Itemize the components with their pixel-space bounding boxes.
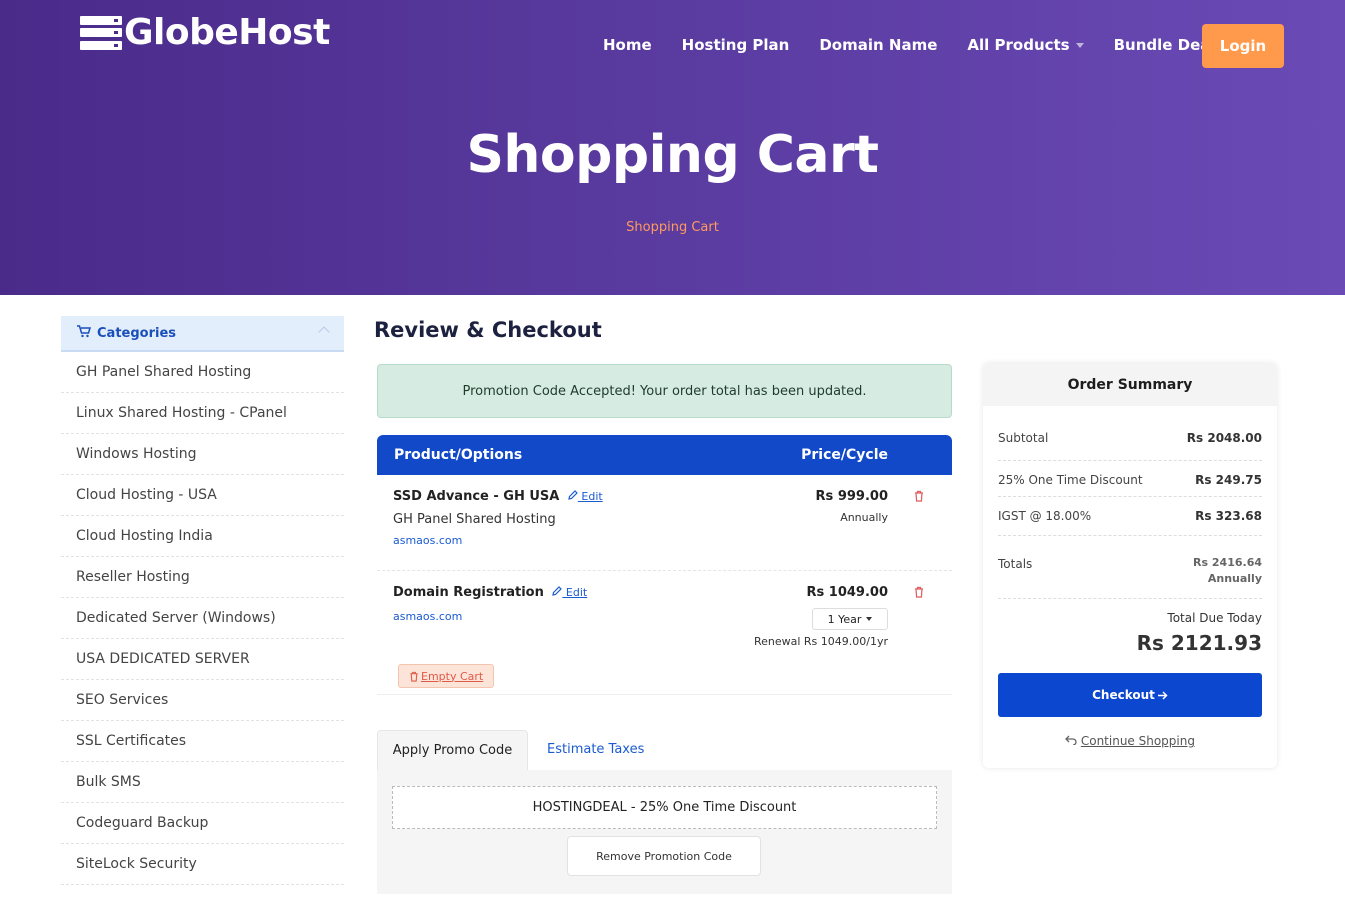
period-select-value: 1 Year — [827, 612, 862, 626]
sidebar-item-ssl[interactable]: SSL Certificates — [61, 721, 344, 762]
sidebar-item-windows-hosting[interactable]: Windows Hosting — [61, 434, 344, 475]
tax-value: Rs 323.68 — [1195, 509, 1262, 523]
subtotal-label: Subtotal — [998, 431, 1049, 445]
divider — [998, 535, 1262, 536]
summary-discount: 25% One Time Discount Rs 249.75 — [998, 473, 1262, 487]
promo-tax-panel: Apply Promo Code Estimate Taxes HOSTINGD… — [377, 730, 952, 894]
sidebar-item-codeguard[interactable]: Codeguard Backup — [61, 803, 344, 844]
pencil-icon — [568, 490, 578, 500]
sidebar-item-dedicated-windows[interactable]: Dedicated Server (Windows) — [61, 598, 344, 639]
period-select[interactable]: 1 Year — [812, 608, 888, 630]
checkout-label: Checkout — [1092, 688, 1155, 702]
cart-table-header: Product/Options Price/Cycle — [377, 435, 952, 475]
chevron-up-icon — [318, 326, 330, 338]
edit-domain-link[interactable]: Edit — [552, 586, 587, 599]
sidebar-item-linux-cpanel[interactable]: Linux Shared Hosting - CPanel — [61, 393, 344, 434]
continue-shopping-link[interactable]: Continue Shopping — [983, 734, 1277, 748]
item-domain-name: Domain Registration — [393, 585, 544, 600]
discount-value: Rs 249.75 — [1195, 473, 1262, 487]
pencil-icon — [552, 586, 563, 596]
main-nav: Home Hosting Plan Domain Name All Produc… — [603, 36, 1246, 54]
totals-label: Totals — [998, 557, 1033, 571]
divider — [998, 460, 1262, 461]
categories-title: Categories — [97, 325, 177, 341]
categories-header[interactable]: Categories — [61, 316, 344, 352]
cart-item-domain: Domain Registration Edit asmaos.com Rs 1… — [377, 571, 952, 695]
sidebar-item-bulk-sms[interactable]: Bulk SMS — [61, 762, 344, 803]
totals-value-block: Rs 2416.64 Annually — [1193, 555, 1262, 587]
brand-logo[interactable]: GlobeHost — [80, 12, 330, 53]
item-hosting-name: SSD Advance - GH USA — [393, 489, 560, 504]
item-domain-renewal: Renewal Rs 1049.00/1yr — [753, 635, 888, 648]
section-title: Review & Checkout — [374, 318, 602, 342]
tab-estimate-taxes[interactable]: Estimate Taxes — [547, 742, 644, 757]
order-summary: Order Summary Subtotal Rs 2048.00 25% On… — [983, 363, 1277, 768]
item-hosting-cycle: Annually — [840, 511, 888, 524]
totals-value: Rs 2416.64 — [1193, 556, 1262, 569]
nav-hosting-plan[interactable]: Hosting Plan — [682, 36, 790, 54]
page-title: Shopping Cart — [466, 125, 879, 185]
edit-hosting-label: Edit — [581, 490, 603, 503]
trash-icon — [410, 671, 418, 682]
arrow-right-icon — [1157, 690, 1168, 700]
hero-banner: GlobeHost Home Hosting Plan Domain Name … — [0, 0, 1345, 295]
sidebar-item-reseller[interactable]: Reseller Hosting — [61, 557, 344, 598]
subtotal-value: Rs 2048.00 — [1186, 431, 1262, 445]
totals-cycle: Annually — [1207, 572, 1262, 585]
trash-icon[interactable] — [914, 586, 924, 602]
remove-promo-button[interactable]: Remove Promotion Code — [567, 836, 761, 876]
item-hosting-price: Rs 999.00 — [815, 489, 888, 504]
trash-icon[interactable] — [914, 490, 924, 506]
sidebar-item-cloud-india[interactable]: Cloud Hosting India — [61, 516, 344, 557]
divider — [998, 598, 1262, 599]
breadcrumb[interactable]: Shopping Cart — [0, 220, 1345, 235]
item-hosting-domain: asmaos.com — [393, 534, 463, 547]
order-summary-title: Order Summary — [983, 363, 1277, 406]
summary-subtotal: Subtotal Rs 2048.00 — [998, 431, 1262, 445]
col-price: Price/Cycle — [801, 447, 888, 463]
sidebar-item-seo[interactable]: SEO Services — [61, 680, 344, 721]
applied-promo-code: HOSTINGDEAL - 25% One Time Discount — [392, 786, 937, 829]
cart-icon — [77, 324, 92, 342]
server-icon — [80, 15, 122, 50]
edit-hosting-link[interactable]: Edit — [568, 490, 603, 503]
sidebar-item-cloud-usa[interactable]: Cloud Hosting - USA — [61, 475, 344, 516]
item-domain-price: Rs 1049.00 — [806, 585, 889, 600]
cart-item-hosting: SSD Advance - GH USA Edit GH Panel Share… — [377, 475, 952, 571]
login-button[interactable]: Login — [1202, 24, 1284, 68]
checkout-button[interactable]: Checkout — [998, 673, 1262, 717]
undo-arrow-icon — [1065, 735, 1077, 746]
tab-apply-promo[interactable]: Apply Promo Code — [377, 730, 528, 770]
tax-label: IGST @ 18.00% — [998, 509, 1092, 523]
continue-shopping-label: Continue Shopping — [1080, 734, 1195, 748]
promo-success-alert: Promotion Code Accepted! Your order tota… — [377, 364, 952, 418]
sidebar-item-usa-dedicated[interactable]: USA DEDICATED SERVER — [61, 639, 344, 680]
nav-all-products-label: All Products — [967, 36, 1070, 54]
total-due-label: Total Due Today — [1167, 611, 1262, 625]
nav-bundle-deal[interactable]: Bundle Deal — [1114, 36, 1216, 54]
total-due-value: Rs 2121.93 — [1136, 631, 1262, 655]
col-product: Product/Options — [394, 447, 523, 463]
empty-cart-label: Empty Cart — [421, 669, 484, 683]
item-domain-domain: asmaos.com — [393, 610, 463, 623]
nav-all-products[interactable]: All Products — [967, 36, 1084, 54]
nav-home[interactable]: Home — [603, 36, 652, 54]
nav-domain-name[interactable]: Domain Name — [819, 36, 937, 54]
item-domain-title: Domain Registration Edit — [393, 585, 587, 600]
tab-bar: Apply Promo Code Estimate Taxes — [377, 730, 952, 770]
item-hosting-group: GH Panel Shared Hosting — [393, 512, 556, 527]
item-hosting-title: SSD Advance - GH USA Edit — [393, 489, 603, 504]
summary-tax: IGST @ 18.00% Rs 323.68 — [998, 509, 1262, 523]
categories-sidebar: Categories GH Panel Shared Hosting Linux… — [61, 316, 344, 885]
chevron-down-icon — [1075, 43, 1084, 48]
brand-name: GlobeHost — [124, 12, 330, 53]
discount-label: 25% One Time Discount — [998, 473, 1143, 487]
divider — [998, 496, 1262, 497]
sidebar-item-sitelock[interactable]: SiteLock Security — [61, 844, 344, 885]
sidebar-item-gh-panel[interactable]: GH Panel Shared Hosting — [61, 352, 344, 393]
edit-domain-label: Edit — [565, 586, 588, 599]
cart-table: Product/Options Price/Cycle SSD Advance … — [377, 435, 952, 695]
caret-down-icon — [866, 617, 873, 621]
empty-cart-button[interactable]: Empty Cart — [398, 664, 495, 688]
